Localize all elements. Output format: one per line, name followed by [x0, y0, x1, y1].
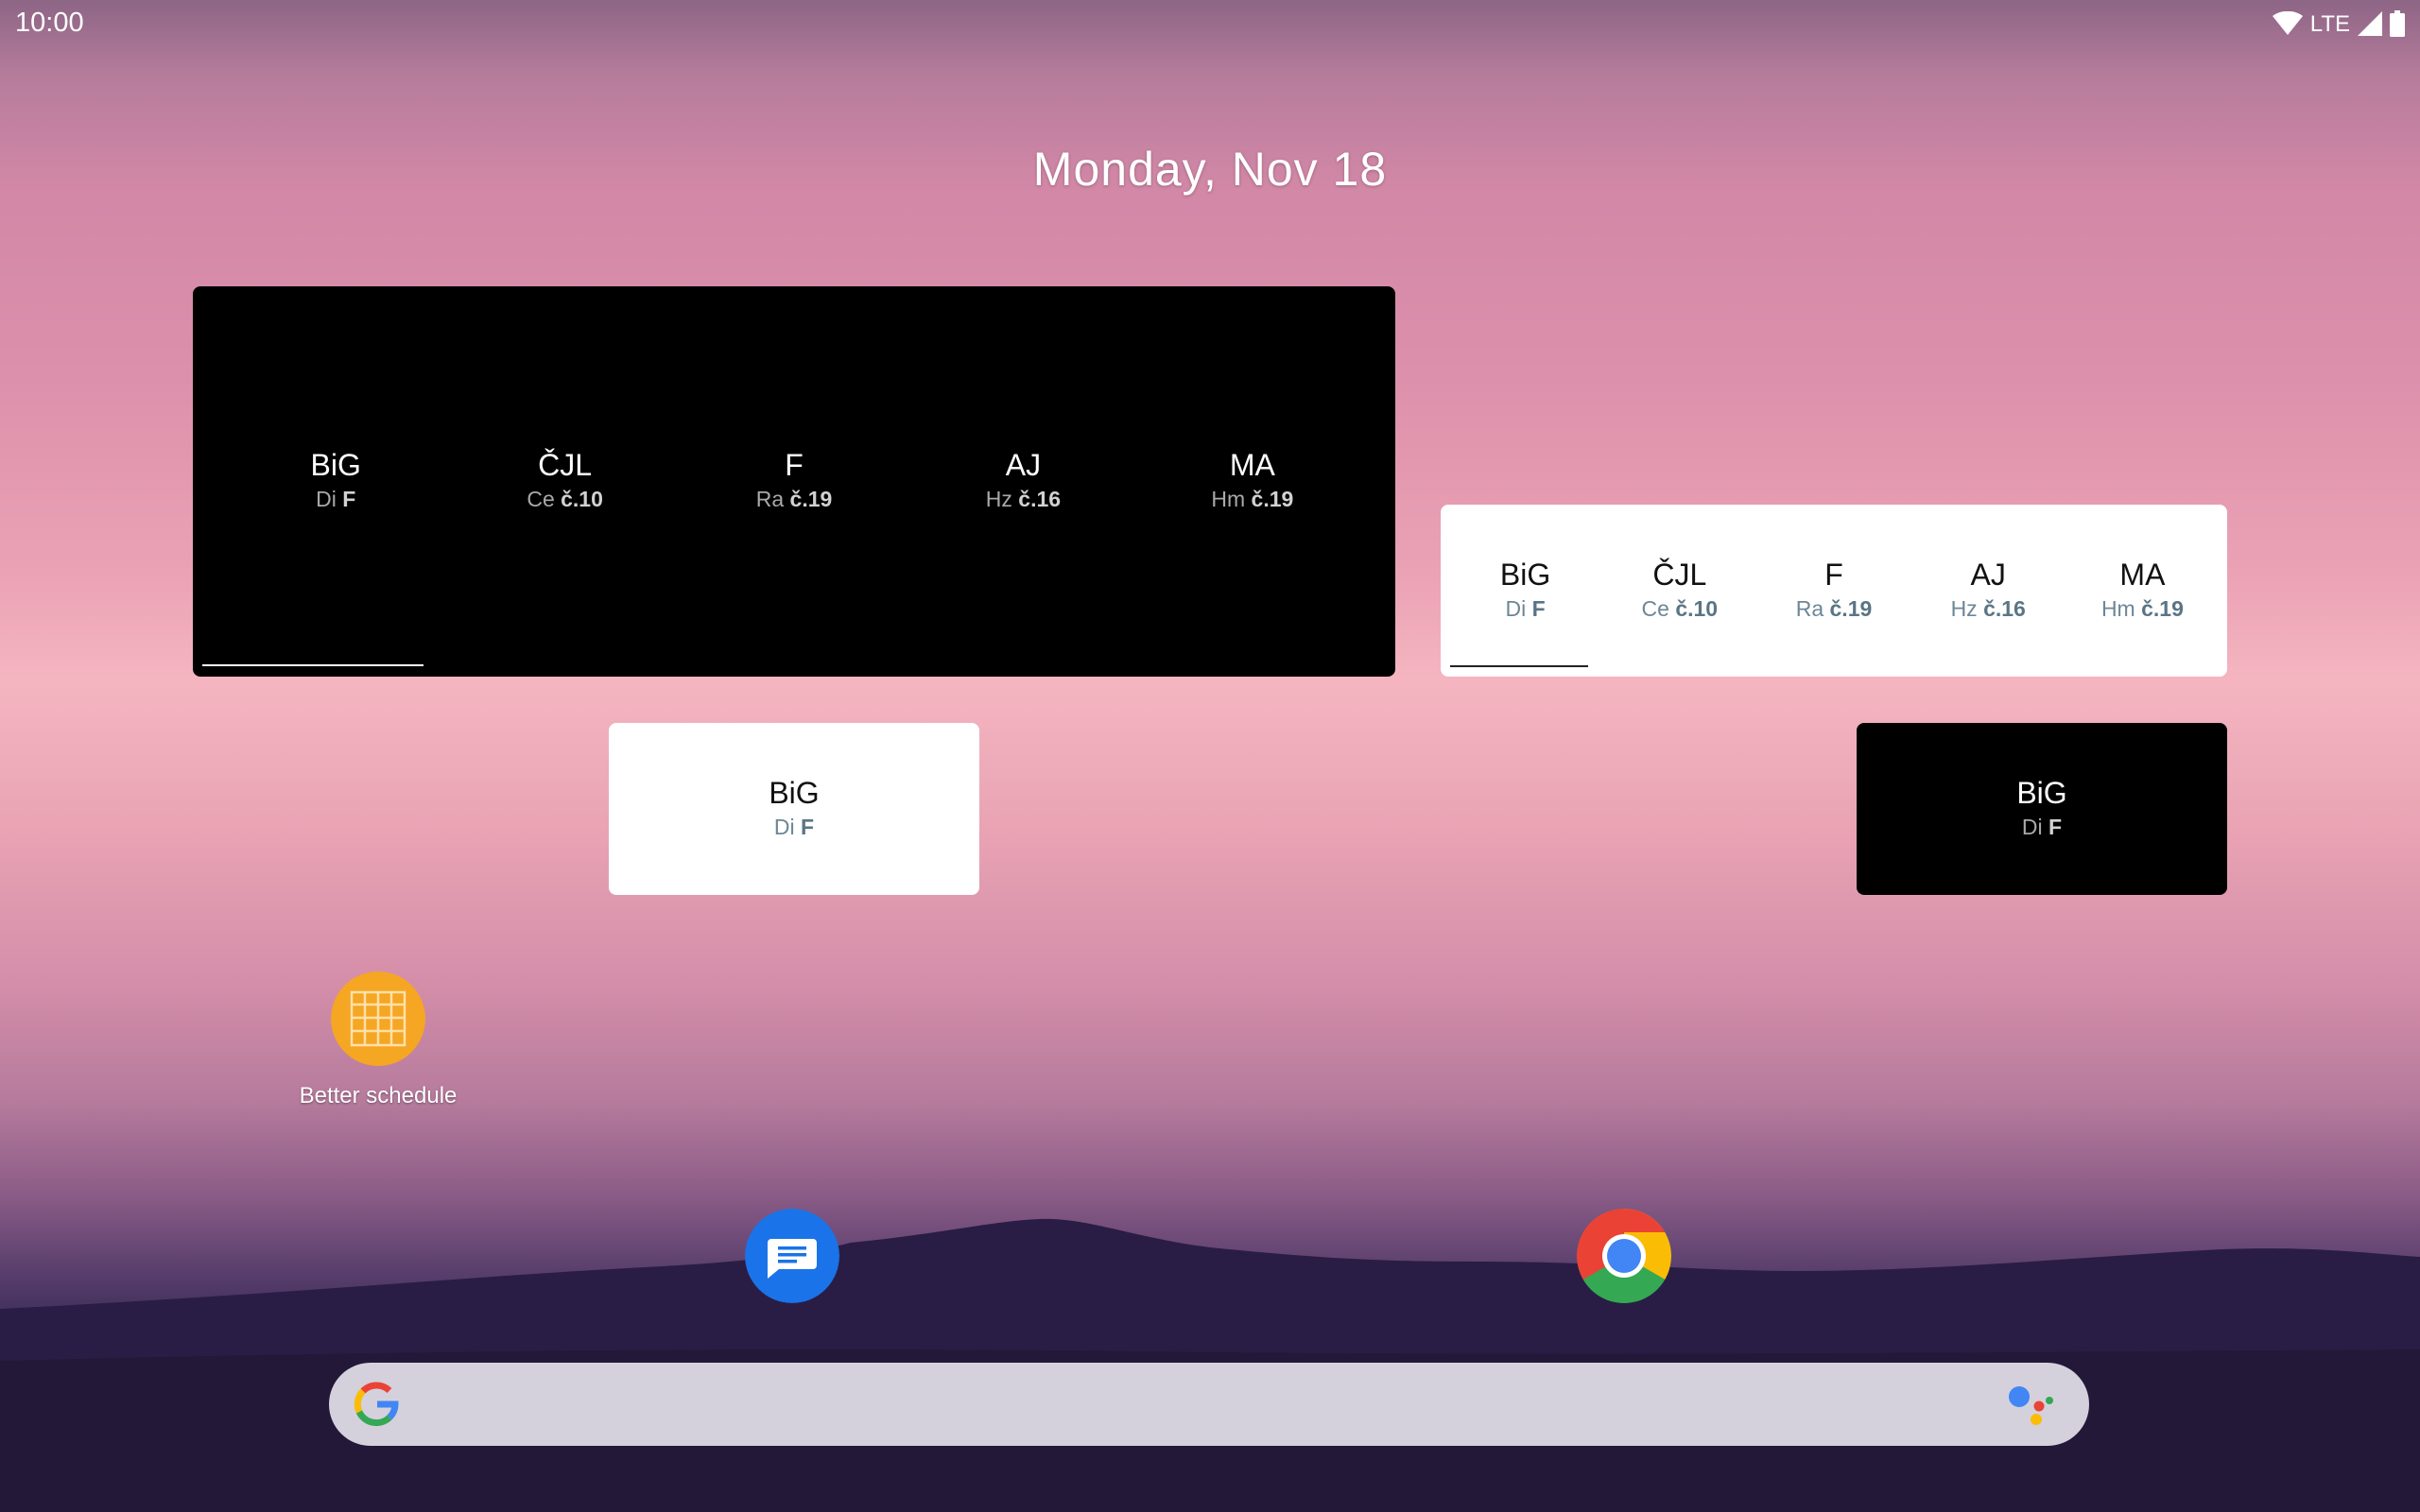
lesson-room: č.19 — [1829, 596, 1873, 621]
lesson-teacher: Hm — [2100, 596, 2135, 621]
lesson-teacher: Ra — [1795, 596, 1824, 621]
lesson-list: BiG Di F ČJL Ce č.10 F Ra č.19 AJ Hz č.1… — [1441, 557, 2227, 623]
lesson-list: BiG Di F — [1857, 775, 2227, 841]
app-better-schedule[interactable]: Better schedule — [274, 971, 482, 1109]
lesson-subject: F — [1824, 558, 1843, 592]
lesson-room: č.19 — [1251, 487, 1294, 511]
lesson-item[interactable]: MA Hm č.19 — [1138, 447, 1367, 513]
messages-icon[interactable] — [745, 1209, 839, 1303]
lesson-teacher: Hm — [1211, 487, 1246, 511]
schedule-widget-large-dark[interactable]: BiG Di F ČJL Ce č.10 F Ra č.19 AJ Hz č.1… — [193, 286, 1395, 677]
lesson-room: F — [342, 487, 356, 511]
battery-icon — [2390, 10, 2405, 37]
lesson-subject: BiG — [1499, 558, 1551, 592]
lesson-subject: BiG — [2016, 776, 2067, 810]
lesson-item[interactable]: BiG Di F — [609, 775, 979, 841]
assistant-dots-icon[interactable] — [2008, 1383, 2055, 1427]
app-label: Better schedule — [299, 1083, 458, 1108]
lesson-detail: Ce č.10 — [1602, 594, 1756, 623]
lesson-detail: Ra č.19 — [1756, 594, 1910, 623]
lesson-detail: Di F — [1448, 594, 1602, 623]
lesson-subject: MA — [1229, 448, 1275, 482]
lesson-detail: Hm č.19 — [2066, 594, 2220, 623]
lesson-room: č.16 — [1983, 596, 2026, 621]
status-time: 10:00 — [15, 8, 84, 38]
status-bar: 10:00 LTE — [0, 0, 2420, 45]
lesson-item[interactable]: BiG Di F — [1448, 557, 1602, 623]
lesson-room: F — [1531, 596, 1546, 621]
lesson-teacher: Di — [1505, 596, 1527, 621]
lesson-item[interactable]: ČJL Ce č.10 — [1602, 557, 1756, 623]
lesson-teacher: Di — [2021, 815, 2043, 839]
wifi-icon — [2272, 11, 2303, 35]
lesson-detail: Di F — [1857, 813, 2227, 841]
current-lesson-indicator — [1450, 665, 1588, 667]
lesson-detail: Di F — [221, 485, 450, 513]
lesson-subject: BiG — [769, 776, 820, 810]
lesson-teacher: Hz — [985, 487, 1012, 511]
lesson-subject: ČJL — [538, 448, 593, 482]
calendar-grid-icon — [331, 971, 425, 1066]
lesson-subject: ČJL — [1652, 558, 1707, 592]
lesson-detail: Ce č.10 — [450, 485, 679, 513]
lesson-item[interactable]: BiG Di F — [221, 447, 450, 513]
lesson-item[interactable]: F Ra č.19 — [680, 447, 908, 513]
lesson-item[interactable]: ČJL Ce č.10 — [450, 447, 679, 513]
lesson-detail: Hm č.19 — [1138, 485, 1367, 513]
lesson-detail: Di F — [609, 813, 979, 841]
lesson-item[interactable]: F Ra č.19 — [1756, 557, 1910, 623]
lesson-room: F — [801, 815, 815, 839]
lesson-room: č.16 — [1018, 487, 1062, 511]
lesson-list: BiG Di F — [609, 775, 979, 841]
lesson-room: č.10 — [1675, 596, 1719, 621]
network-type-label: LTE — [2309, 11, 2350, 37]
google-search-bar[interactable] — [329, 1363, 2089, 1446]
lesson-item[interactable]: BiG Di F — [1857, 775, 2227, 841]
lesson-teacher: Ra — [755, 487, 785, 511]
lesson-teacher: Di — [316, 487, 337, 511]
lesson-subject: F — [785, 448, 804, 482]
lesson-teacher: Ce — [527, 487, 555, 511]
lesson-subject: MA — [2119, 558, 2166, 592]
lesson-room: č.19 — [789, 487, 833, 511]
lesson-subject: AJ — [1005, 448, 1042, 482]
lesson-item[interactable]: AJ Hz č.16 — [908, 447, 1137, 513]
lesson-teacher: Hz — [1950, 596, 1978, 621]
schedule-widget-small-light[interactable]: BiG Di F — [609, 723, 979, 895]
lesson-room: č.19 — [2141, 596, 2184, 621]
lesson-item[interactable]: MA Hm č.19 — [2066, 557, 2220, 623]
lesson-detail: Ra č.19 — [680, 485, 908, 513]
status-icons: LTE — [2272, 9, 2405, 38]
lesson-room: F — [2048, 815, 2063, 839]
signal-icon — [2358, 11, 2382, 36]
lesson-room: č.10 — [561, 487, 603, 511]
current-lesson-indicator — [202, 664, 424, 666]
lesson-item[interactable]: AJ Hz č.16 — [1911, 557, 2066, 623]
chrome-icon[interactable] — [1577, 1209, 1671, 1303]
schedule-widget-small-dark[interactable]: BiG Di F — [1857, 723, 2227, 895]
lesson-teacher: Di — [773, 815, 795, 839]
lesson-list: BiG Di F ČJL Ce č.10 F Ra č.19 AJ Hz č.1… — [193, 447, 1395, 513]
home-date[interactable]: Monday, Nov 18 — [945, 142, 1475, 197]
google-g-icon[interactable] — [352, 1380, 401, 1429]
lesson-detail: Hz č.16 — [908, 485, 1137, 513]
lesson-subject: BiG — [310, 448, 361, 482]
lesson-teacher: Ce — [1641, 596, 1669, 621]
lesson-detail: Hz č.16 — [1911, 594, 2066, 623]
lesson-subject: AJ — [1970, 558, 2006, 592]
schedule-widget-wide-light[interactable]: BiG Di F ČJL Ce č.10 F Ra č.19 AJ Hz č.1… — [1441, 505, 2227, 677]
